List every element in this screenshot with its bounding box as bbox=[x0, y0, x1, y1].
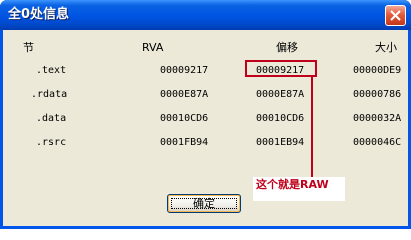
close-button[interactable] bbox=[385, 5, 406, 26]
row-3-offset: 00010CD6 bbox=[256, 113, 305, 124]
row-4-size: 0000046C bbox=[353, 137, 402, 148]
row-3-rva: 00010CD6 bbox=[160, 113, 209, 124]
header-section: 节 bbox=[23, 41, 34, 54]
row-1-size: 00000DE9 bbox=[353, 65, 402, 76]
title-bar[interactable]: 全0处信息 bbox=[0, 0, 411, 30]
ok-button-label: 确定 bbox=[193, 197, 215, 210]
row-3-size: 0000032A bbox=[353, 113, 402, 124]
row-2-size: 00000786 bbox=[353, 89, 402, 100]
close-icon bbox=[390, 10, 401, 21]
row-1-section: .text bbox=[36, 65, 67, 76]
header-size: 大小 bbox=[375, 41, 397, 54]
annotation-arrow-line bbox=[311, 77, 313, 177]
row-4-section: .rsrc bbox=[36, 137, 67, 148]
annotation-label: 这个就是RAW bbox=[256, 178, 329, 191]
row-1-rva: 00009217 bbox=[160, 65, 209, 76]
row-4-rva: 0001FB94 bbox=[160, 137, 209, 148]
row-2-section: .rdata bbox=[31, 89, 68, 100]
offset-highlight-box bbox=[245, 60, 317, 77]
row-3-section: .data bbox=[36, 113, 67, 124]
row-2-offset: 0000E87A bbox=[256, 89, 305, 100]
header-rva: RVA bbox=[142, 41, 164, 54]
window-frame-bottom bbox=[0, 226, 411, 229]
window-title: 全0处信息 bbox=[8, 7, 70, 22]
row-4-offset: 0001EB94 bbox=[256, 137, 305, 148]
header-offset: 偏移 bbox=[276, 41, 298, 54]
ok-button[interactable]: 确定 bbox=[167, 194, 241, 213]
row-2-rva: 0000E87A bbox=[160, 89, 209, 100]
